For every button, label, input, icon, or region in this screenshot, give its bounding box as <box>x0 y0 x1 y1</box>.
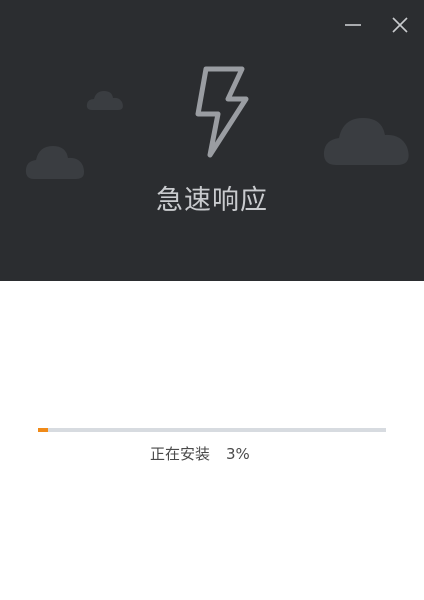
install-progress-fill <box>38 428 49 432</box>
cloud-decoration <box>86 86 126 112</box>
install-progress-bar <box>38 428 386 432</box>
banner-title: 急速响应 <box>156 185 268 216</box>
cloud-decoration <box>24 138 88 182</box>
install-percent-text: 3% <box>226 445 250 463</box>
hero-banner: 急速响应 <box>0 0 424 281</box>
close-button[interactable] <box>385 10 415 40</box>
cloud-icon <box>86 91 123 110</box>
lightning-bolt-icon <box>195 66 249 158</box>
installer-window: 急速响应 正在安装 3% <box>0 0 424 600</box>
cloud-icon <box>25 146 85 179</box>
cloud-decoration <box>322 107 414 169</box>
install-status: 正在安装 3% <box>150 443 250 464</box>
close-icon <box>392 17 408 33</box>
cloud-icon <box>323 118 409 165</box>
minimize-button[interactable] <box>338 10 368 40</box>
minimize-icon <box>345 24 361 26</box>
install-status-text: 正在安装 <box>150 445 211 463</box>
